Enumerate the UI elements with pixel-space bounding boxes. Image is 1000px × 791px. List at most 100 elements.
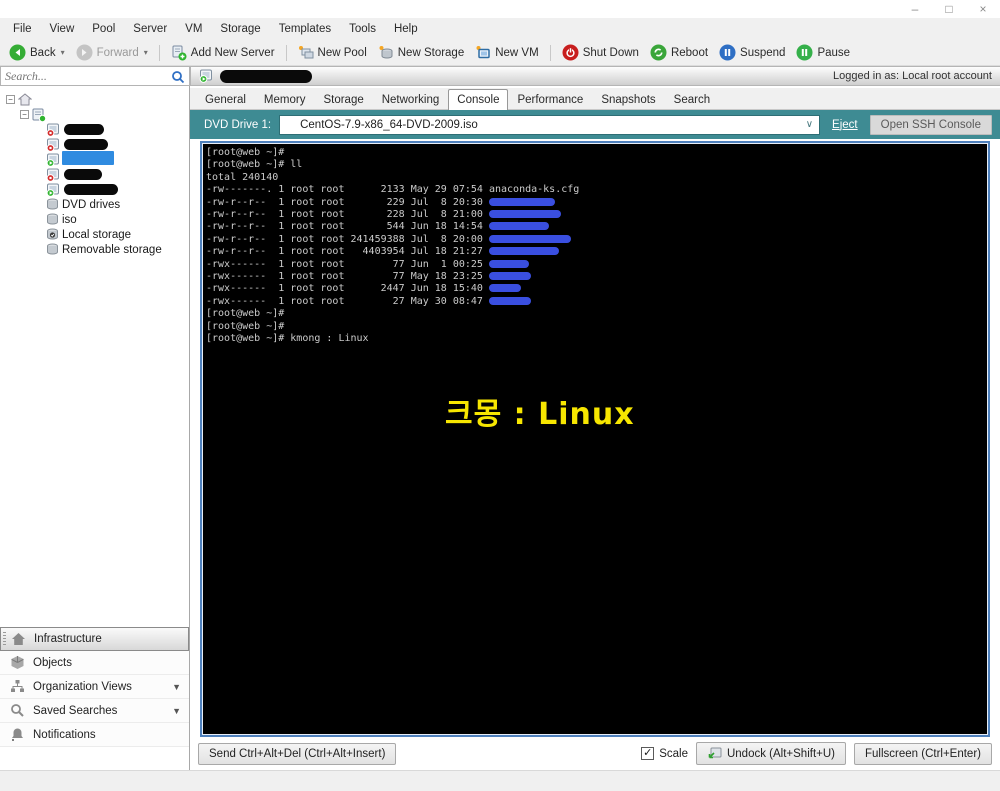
fullscreen-button[interactable]: Fullscreen (Ctrl+Enter) bbox=[854, 742, 992, 765]
tree-vm-row[interactable] bbox=[0, 122, 189, 137]
menu-file[interactable]: File bbox=[4, 18, 41, 40]
menu-tools[interactable]: Tools bbox=[340, 18, 385, 40]
chevron-down-icon[interactable]: ▼ bbox=[172, 706, 181, 716]
collapse-icon[interactable]: − bbox=[6, 95, 15, 104]
sub-header-row: Logged in as: Local root account bbox=[0, 66, 1000, 86]
resource-tree-panel: − − DVD drives iso Local storage Removab… bbox=[0, 86, 190, 770]
toolbar-separator bbox=[549, 44, 551, 61]
back-icon bbox=[9, 44, 26, 61]
new-pool-icon bbox=[298, 45, 314, 61]
redacted-filename bbox=[488, 234, 571, 243]
toolbar-separator bbox=[285, 44, 287, 61]
pause-button[interactable]: Pause bbox=[793, 42, 853, 63]
console-overlay-text: 크몽 : Linux bbox=[445, 397, 635, 432]
new-storage-button[interactable]: New Storage bbox=[375, 43, 467, 63]
menu-storage[interactable]: Storage bbox=[211, 18, 269, 40]
reboot-icon bbox=[650, 44, 667, 61]
menu-vm[interactable]: VM bbox=[176, 18, 211, 40]
back-dropdown-caret[interactable]: ▾ bbox=[61, 48, 65, 57]
chevron-down-icon[interactable]: ▼ bbox=[172, 682, 181, 692]
tab-strip: General Memory Storage Networking Consol… bbox=[190, 88, 1000, 110]
console-line: -rw-------. 1 root root 2133 May 29 07:5… bbox=[206, 184, 580, 196]
search-box bbox=[0, 66, 190, 86]
nav-saved-searches[interactable]: Saved Searches ▼ bbox=[0, 699, 189, 723]
redacted-vm-name bbox=[64, 139, 108, 150]
tab-networking[interactable]: Networking bbox=[373, 90, 449, 110]
nav-label: Saved Searches bbox=[33, 704, 118, 717]
eject-link[interactable]: Eject bbox=[832, 119, 858, 131]
add-new-server-button[interactable]: Add New Server bbox=[168, 43, 278, 63]
nav-organization-views[interactable]: Organization Views ▼ bbox=[0, 675, 189, 699]
menu-view[interactable]: View bbox=[41, 18, 84, 40]
maximize-button[interactable]: □ bbox=[932, 0, 966, 18]
console-line: -rwx------ 1 root root 77 Jun 1 00:25 bbox=[206, 259, 986, 271]
menu-help[interactable]: Help bbox=[385, 18, 427, 40]
storage-cylinder-check-icon bbox=[46, 228, 59, 241]
vm-running-icon bbox=[46, 183, 61, 197]
tree-storage-row-local-storage[interactable]: Local storage bbox=[0, 227, 189, 242]
tab-search[interactable]: Search bbox=[665, 90, 719, 110]
main-toolbar: Back▾ Forward▾ Add New Server New Pool bbox=[0, 40, 1000, 66]
back-button[interactable]: Back ▾ bbox=[6, 42, 68, 63]
close-button[interactable]: × bbox=[966, 0, 1000, 18]
forward-dropdown-caret[interactable]: ▾ bbox=[144, 48, 148, 57]
tree-storage-row-dvd-drives[interactable]: DVD drives bbox=[0, 197, 189, 212]
tree-storage-row-removable-storage[interactable]: Removable storage bbox=[0, 242, 189, 257]
tab-console[interactable]: Console bbox=[448, 89, 509, 110]
nav-infrastructure[interactable]: Infrastructure bbox=[0, 627, 189, 651]
tree-storage-row-iso[interactable]: iso bbox=[0, 212, 189, 227]
suspend-icon bbox=[719, 44, 736, 61]
suspend-button[interactable]: Suspend bbox=[716, 42, 788, 63]
objects-cube-icon bbox=[10, 655, 25, 670]
redacted-filename bbox=[488, 247, 559, 256]
undock-label: Undock (Alt+Shift+U) bbox=[726, 747, 835, 760]
tree-vm-row[interactable] bbox=[0, 182, 189, 197]
forward-icon bbox=[76, 44, 93, 61]
shut-down-button[interactable]: Shut Down bbox=[559, 42, 642, 63]
tree-host-row[interactable]: − bbox=[0, 107, 189, 122]
search-icon[interactable] bbox=[171, 70, 185, 87]
new-pool-button[interactable]: New Pool bbox=[295, 43, 370, 63]
menu-server[interactable]: Server bbox=[124, 18, 176, 40]
selected-iso-name: CentOS-7.9-x86_64-DVD-2009.iso bbox=[300, 118, 478, 131]
minimize-button[interactable]: – bbox=[898, 0, 932, 18]
tree-vm-row[interactable] bbox=[0, 167, 189, 182]
tab-storage[interactable]: Storage bbox=[314, 90, 372, 110]
vm-stopped-icon bbox=[46, 123, 61, 137]
tab-performance[interactable]: Performance bbox=[508, 90, 592, 110]
tree-vm-row[interactable] bbox=[0, 137, 189, 152]
vm-running-icon bbox=[199, 69, 214, 83]
logged-in-status: Logged in as: Local root account bbox=[832, 70, 992, 82]
send-ctrl-alt-del-button[interactable]: Send Ctrl+Alt+Del (Ctrl+Alt+Insert) bbox=[198, 742, 397, 765]
shut-down-icon bbox=[562, 44, 579, 61]
scale-checkbox[interactable]: ✓ bbox=[641, 747, 655, 760]
forward-button[interactable]: Forward ▾ bbox=[73, 42, 151, 63]
dvd-drive-bar: DVD Drive 1: CentOS-7.9-x86_64-DVD-2009.… bbox=[190, 110, 1000, 139]
vm-running-icon bbox=[46, 153, 61, 167]
console-controls-bar: Send Ctrl+Alt+Del (Ctrl+Alt+Insert) ✓ Sc… bbox=[190, 737, 1000, 770]
notifications-bell-icon bbox=[10, 727, 25, 742]
collapse-icon[interactable]: − bbox=[20, 110, 29, 119]
tab-general[interactable]: General bbox=[196, 90, 255, 110]
dvd-iso-select[interactable]: CentOS-7.9-x86_64-DVD-2009.iso ∨ bbox=[279, 114, 821, 135]
redacted-filename bbox=[488, 284, 521, 293]
console-line: -rw-r--r-- 1 root root 241459388 Jul 8 2… bbox=[206, 234, 986, 246]
open-ssh-console-button[interactable]: Open SSH Console bbox=[869, 114, 992, 135]
tree-vm-row-selected[interactable] bbox=[0, 151, 189, 167]
tree-root-row[interactable]: − bbox=[0, 92, 189, 107]
reboot-button[interactable]: Reboot bbox=[647, 42, 711, 63]
vm-console-screen[interactable]: [root@web ~]# [root@web ~]# ll total 240… bbox=[200, 141, 990, 737]
tab-snapshots[interactable]: Snapshots bbox=[592, 90, 664, 110]
console-line: -rwx------ 1 root root 2447 Jun 18 15:40 bbox=[206, 283, 986, 295]
tab-memory[interactable]: Memory bbox=[255, 90, 315, 110]
nav-objects[interactable]: Objects bbox=[0, 651, 189, 675]
storage-label: Removable storage bbox=[62, 243, 162, 256]
new-vm-button[interactable]: New VM bbox=[472, 43, 541, 63]
redacted-vm-name bbox=[62, 151, 114, 165]
nav-notifications[interactable]: Notifications bbox=[0, 723, 189, 747]
menu-templates[interactable]: Templates bbox=[270, 18, 340, 40]
undock-button[interactable]: Undock (Alt+Shift+U) bbox=[695, 742, 846, 765]
infrastructure-home-icon bbox=[11, 632, 26, 646]
search-input[interactable] bbox=[1, 67, 161, 85]
menu-pool[interactable]: Pool bbox=[83, 18, 124, 40]
